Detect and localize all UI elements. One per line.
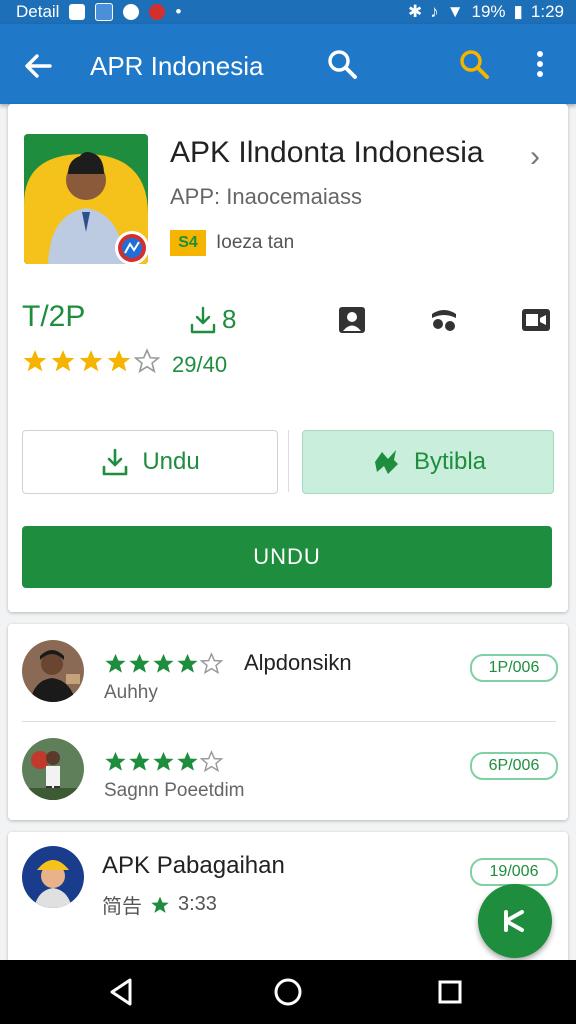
related-app-chip[interactable]: 19/006 [470,858,558,886]
system-nav-bar [0,960,576,1024]
rank-value: T/2P [22,300,86,333]
nav-recents-icon[interactable] [432,974,468,1010]
search-alt-button[interactable] [456,46,492,82]
avatar [22,738,84,800]
secondary-action-label: Bytibla [413,448,487,475]
badge-code: S4 [170,230,206,256]
wifi-icon: ▼ [446,2,464,21]
status-bar: Detail • ✱ ♪ ▼ 19% ▮ 1:29 [0,0,576,24]
star-filled-icon [177,751,198,771]
app-icon-image [24,134,148,264]
search-icon [328,50,357,79]
rating-count: 29/40 [172,352,228,377]
app-bar-title: APR Indonesia [90,51,264,81]
star-filled-icon [129,751,150,771]
review-stars [104,750,223,773]
star-filled-icon [51,350,75,372]
star-filled-icon [107,350,131,372]
battery-icon: ▮ [513,2,523,21]
review-chip[interactable]: 1P/006 [470,654,558,682]
overflow-menu-button[interactable] [522,46,558,82]
avatar [22,640,84,702]
review-user: Auhhy [104,682,158,703]
rating-stars [22,348,160,374]
review-chip[interactable]: 6P/006 [470,752,558,780]
app-subtitle: APP: Inaocemaiass [170,184,362,209]
status-right: ✱ ♪ ▼ 19% ▮ 1:29 [408,0,564,24]
vibrate-icon: ♪ [430,2,439,21]
arrow-back-icon [25,54,52,78]
battery-percent: 19% [471,2,506,21]
app-icon [24,134,148,264]
secondary-action-button[interactable]: Bytibla [302,430,554,494]
download-icon [190,306,216,333]
dot-icon: • [175,2,182,21]
app-badge: S4 Ioeza tan [170,230,294,256]
circle-notification-icon [123,4,140,20]
chevron-right-icon[interactable]: › [530,140,540,174]
button-divider [288,430,289,492]
app-bar: APR Indonesia [0,24,576,104]
contact-icon[interactable] [336,304,368,336]
alert-notification-icon [149,4,166,20]
downloads-stat: 8 [188,304,236,335]
star-filled-icon [105,751,126,771]
related-app-name: APK Pabagaihan [102,852,285,879]
stats-row: T/2P 8 29/40 [22,300,562,390]
related-app-meta-prefix: 简告 [102,896,142,918]
star-empty-icon [200,652,223,675]
review-stars [104,652,223,675]
star-filled-icon [151,896,169,913]
star-filled-icon [153,653,174,673]
star-filled-icon [23,350,47,372]
close-arrow-icon [504,910,524,932]
review-item[interactable]: Alpdonsikn Auhhy 1P/006 [8,624,568,722]
downloads-value: 8 [222,304,237,334]
download-outline-button[interactable]: Undu [22,430,278,494]
reviews-card: Alpdonsikn Auhhy 1P/006 Sagnn Poeetdim 6… [8,624,568,820]
star-filled-icon [105,653,126,673]
back-button[interactable] [20,48,56,84]
related-app-rating: 3:33 [178,893,217,915]
sync-icon [374,450,398,474]
clock: 1:29 [530,2,564,21]
search-gold-icon [460,50,489,79]
app-detail-card: APK Ilndonta Indonesia APP: Inaocemaiass… [8,104,568,612]
badge-text: Ioeza tan [216,232,295,253]
review-user: Sagnn Poeetdim [104,780,245,801]
status-left: Detail • [16,0,181,24]
nav-back-icon[interactable] [104,974,140,1010]
notification-icon [69,4,86,20]
download-outline-label: Undu [142,448,200,475]
floating-action-button[interactable] [478,884,552,958]
bluetooth-icon: ✱ [407,2,423,21]
related-app-meta: 简告 3:33 [102,890,217,919]
app-name: APK Ilndonta Indonesia [170,136,484,169]
download-icon [103,448,128,476]
media-icon[interactable] [520,304,552,336]
review-item[interactable]: Sagnn Poeetdim 6P/006 [8,722,568,818]
search-button[interactable] [324,46,360,82]
install-button[interactable]: UNDU [22,526,552,588]
star-filled-icon [129,653,150,673]
nav-home-icon[interactable] [270,974,306,1010]
star-filled-icon [153,751,174,771]
more-vert-icon [537,51,543,77]
star-empty-icon [134,348,160,374]
review-title: Alpdonsikn [244,650,352,675]
related-app-avatar [22,846,84,908]
share-icon[interactable] [428,304,460,336]
star-filled-icon [177,653,198,673]
status-label: Detail [16,2,60,21]
star-empty-icon [200,750,223,773]
star-filled-icon [79,350,103,372]
app-notification-icon [95,3,114,21]
